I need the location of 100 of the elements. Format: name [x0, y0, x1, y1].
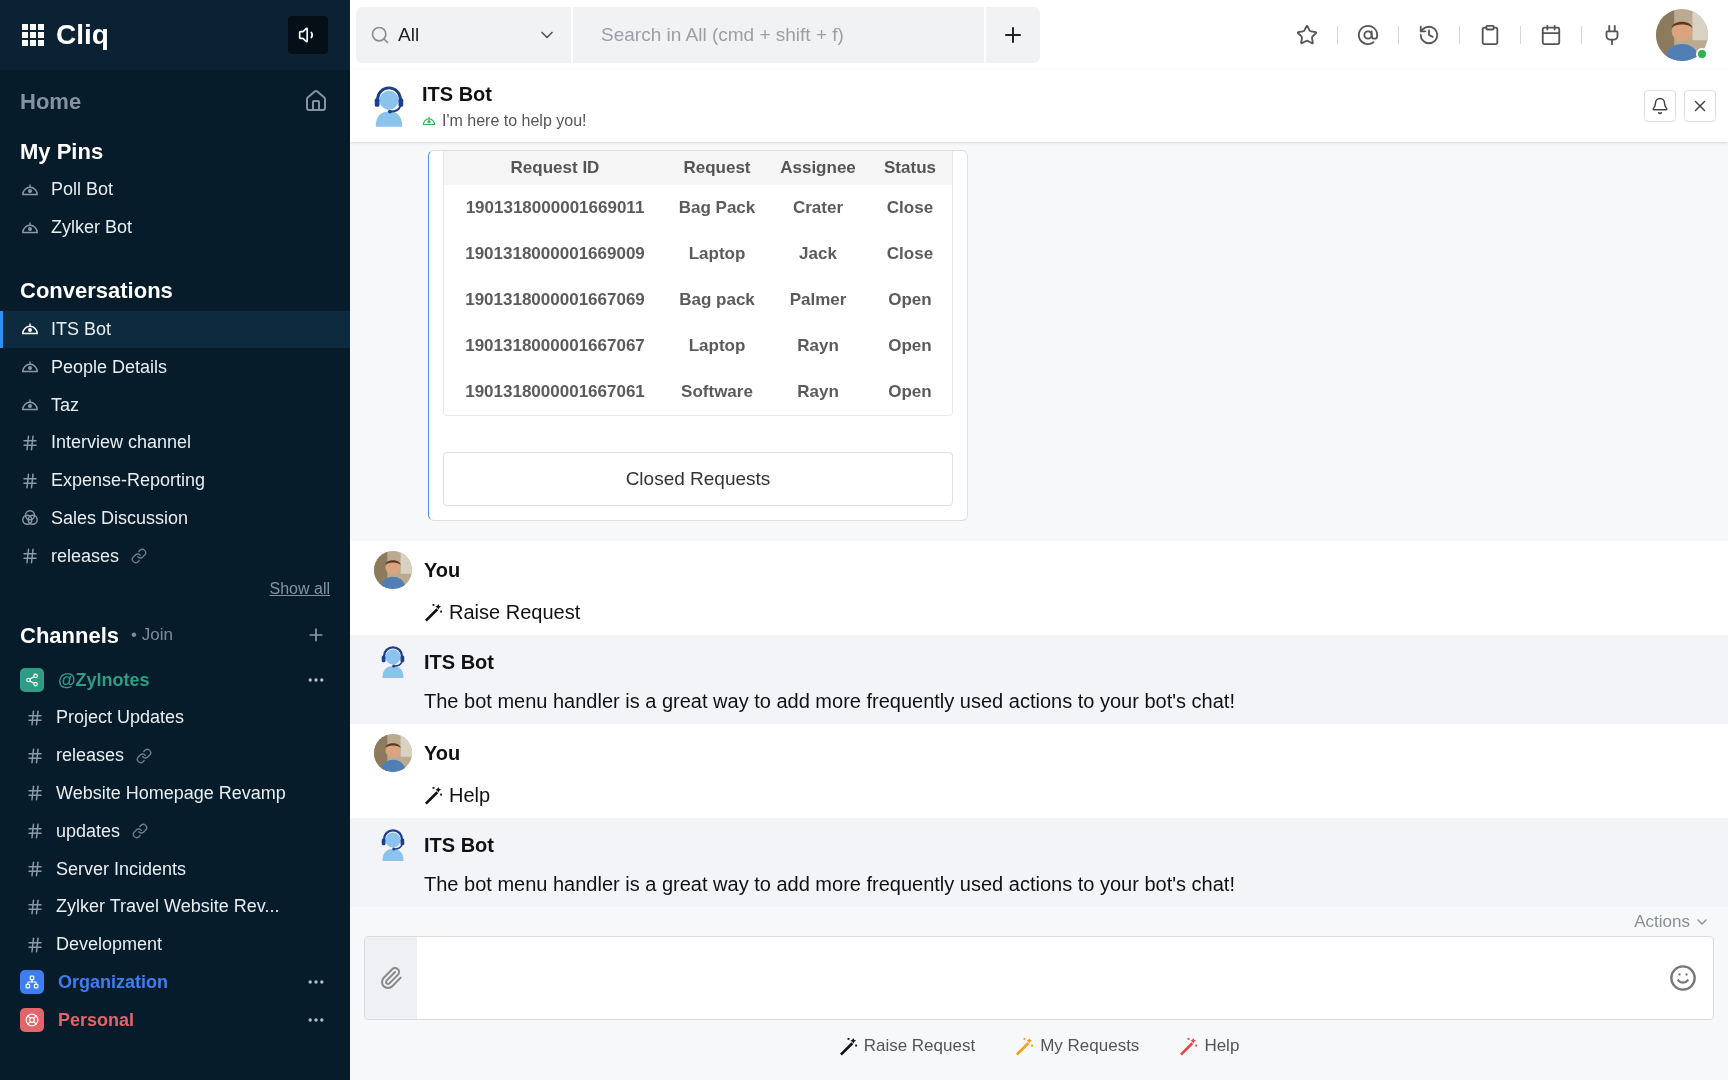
- item-label: Project Updates: [56, 706, 185, 730]
- bell-button[interactable]: [1644, 90, 1676, 122]
- history-icon[interactable]: [1418, 24, 1440, 46]
- table-cell-text: 1901318000001667061: [464, 381, 646, 404]
- sidebar-item[interactable]: Zylker Travel Website Rev...: [0, 887, 350, 926]
- bot-icon: [21, 322, 39, 337]
- bell-icon: [1651, 97, 1669, 115]
- item-label: Website Homepage Revamp: [56, 781, 286, 805]
- message-text: The bot menu handler is a great way to add more frequently used actions to your bot's chat!: [424, 689, 1235, 714]
- table-cell-text: Close: [885, 197, 935, 220]
- item-label: Sales Discussion: [51, 506, 189, 530]
- column-header: Request ID: [509, 157, 601, 180]
- calendar-icon[interactable]: [1540, 24, 1562, 46]
- sidebar-item[interactable]: ITS Bot: [0, 310, 350, 349]
- sidebar-item[interactable]: Server Incidents: [0, 850, 350, 888]
- message-text: The bot menu handler is a great way to add more frequently used actions to your bot's chat!: [424, 872, 1235, 897]
- search-scope-dropdown[interactable]: All: [356, 7, 571, 63]
- sidebar-item[interactable]: releases: [0, 537, 350, 576]
- quick-action[interactable]: My Requests: [1015, 1033, 1140, 1059]
- item-label: Server Incidents: [56, 857, 187, 881]
- bot-icon: [422, 116, 436, 126]
- table-cell-text: Rayn: [796, 335, 840, 358]
- hash-icon: [21, 547, 39, 566]
- table-cell-text: Rayn: [796, 381, 840, 404]
- sidebar-item[interactable]: Poll Bot: [0, 171, 350, 209]
- quick-action[interactable]: Raise Request: [838, 1033, 976, 1059]
- at-sign-icon[interactable]: [1357, 24, 1379, 46]
- table-cell-text: Close: [885, 243, 935, 266]
- section-title: My Pins: [19, 137, 105, 166]
- star-icon[interactable]: [1296, 24, 1318, 46]
- hash-icon: [26, 897, 44, 916]
- item-label: Zylker Bot: [51, 216, 133, 240]
- speaker-button[interactable]: [288, 16, 328, 54]
- item-label: updates: [56, 819, 121, 843]
- item-label: Expense-Reporting: [51, 469, 206, 493]
- table-cell-text: 1901318000001667067: [464, 335, 646, 358]
- sidebar-item[interactable]: Expense-Reporting: [0, 461, 350, 500]
- emoji-icon[interactable]: [1669, 964, 1697, 992]
- hash-icon: [26, 860, 44, 879]
- message-text: Raise Request: [449, 600, 581, 625]
- circles-icon: [21, 509, 39, 528]
- wand-icon: [424, 602, 443, 622]
- sidebar-item[interactable]: updates: [0, 812, 350, 851]
- sidebar-item[interactable]: Zylker Bot: [0, 208, 350, 247]
- hash-icon: [21, 433, 39, 452]
- sidebar-item[interactable]: releases: [0, 736, 350, 775]
- table-cell-text: 1901318000001669009: [464, 243, 646, 266]
- table-cell-text: Open: [887, 381, 933, 404]
- join-link[interactable]: • Join: [131, 622, 173, 648]
- home-link[interactable]: Home: [20, 84, 82, 118]
- group-label[interactable]: @Zylnotes: [58, 666, 150, 694]
- section-title: Conversations: [19, 277, 174, 306]
- bot-icon: [21, 360, 39, 375]
- table-cell-text: Open: [887, 335, 933, 358]
- message-input-field[interactable]: [364, 936, 1714, 1020]
- table-cell-text: 1901318000001667069: [464, 289, 646, 312]
- table-cell-text: Laptop: [687, 335, 747, 358]
- close-button[interactable]: [1684, 90, 1716, 122]
- hash-icon: [26, 708, 44, 727]
- table-cell-text: Bag pack: [678, 289, 756, 312]
- sidebar-item[interactable]: Website Homepage Revamp: [0, 774, 350, 813]
- table-cell-text: Open: [887, 289, 933, 312]
- hash-icon: [26, 822, 44, 841]
- hash-icon: [26, 746, 44, 765]
- group-label[interactable]: Organization: [58, 968, 168, 996]
- closed-requests-button[interactable]: Closed Requests: [443, 452, 953, 506]
- sidebar-item[interactable]: Project Updates: [0, 698, 350, 737]
- sidebar-item[interactable]: Interview channel: [0, 424, 350, 462]
- paperclip-icon[interactable]: [379, 966, 403, 990]
- table-cell-text: 1901318000001669011: [464, 197, 646, 220]
- clipboard-icon[interactable]: [1479, 24, 1501, 46]
- item-label: releases: [56, 744, 125, 768]
- app-name: Cliq: [56, 18, 109, 52]
- item-label: People Details: [51, 355, 168, 379]
- chat-status: I'm here to help you!: [442, 111, 587, 131]
- bot-icon: [21, 182, 39, 197]
- search-field[interactable]: Search in All (cmd + shift + f): [573, 7, 984, 63]
- wand-icon: [424, 785, 443, 805]
- quick-action[interactable]: Help: [1179, 1033, 1240, 1059]
- apps-grid-icon[interactable]: [22, 24, 44, 46]
- item-label: Poll Bot: [51, 178, 114, 202]
- sidebar-item[interactable]: Development: [0, 925, 350, 964]
- section-title: Channels: [20, 621, 120, 650]
- message-text: Help: [449, 783, 491, 808]
- show-all-link[interactable]: Show all: [269, 577, 330, 602]
- group-label[interactable]: Personal: [58, 1006, 135, 1034]
- item-label: Taz: [51, 393, 79, 417]
- table-cell-text: Crater: [791, 197, 845, 220]
- search-icon: [370, 25, 390, 45]
- sidebar-item[interactable]: Sales Discussion: [0, 499, 350, 538]
- sidebar-item[interactable]: Taz: [0, 386, 350, 424]
- hash-icon: [26, 935, 44, 954]
- home-icon[interactable]: [304, 89, 328, 113]
- table-cell-text: Laptop: [687, 243, 747, 266]
- sender-name: ITS Bot: [424, 832, 494, 858]
- item-label: releases: [51, 544, 120, 568]
- hash-icon: [26, 784, 44, 803]
- table-cell-text: Palmer: [788, 289, 848, 312]
- sidebar-item[interactable]: People Details: [0, 348, 350, 387]
- bot-icon: [21, 220, 39, 235]
